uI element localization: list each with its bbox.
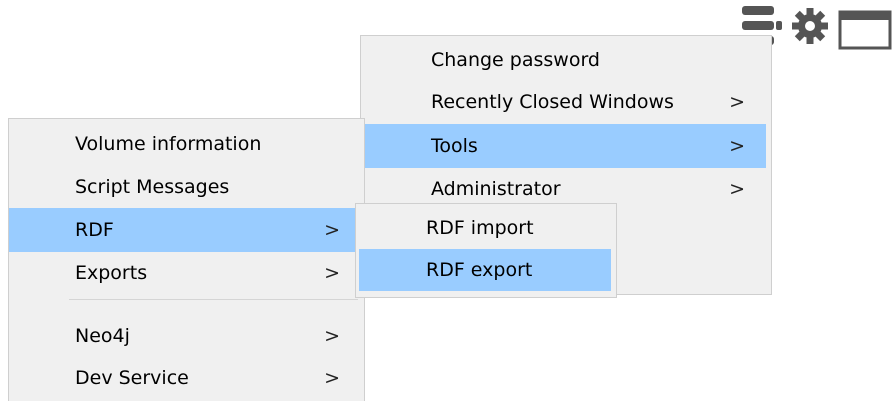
menu-item-label: Administrator <box>431 178 561 200</box>
menu-item-volume-information[interactable]: Volume information <box>9 123 364 165</box>
context-menu: Volume information Script Messages RDF >… <box>8 118 365 401</box>
menu-item-label: Change password <box>431 49 600 71</box>
menu-item-label: RDF import <box>426 217 534 239</box>
menu-item-label: Recently Closed Windows <box>431 91 674 113</box>
menu-separator <box>69 299 358 300</box>
menu-item-rdf-export[interactable]: RDF export <box>359 249 611 291</box>
gear-icon[interactable] <box>792 8 828 44</box>
menu-item-rdf[interactable]: RDF > <box>9 208 358 252</box>
menu-item-tools[interactable]: Tools > <box>361 124 766 168</box>
menu-item-label: RDF <box>75 219 114 241</box>
menu-item-label: Dev Service <box>75 367 189 389</box>
chevron-right-icon: > <box>324 262 340 284</box>
window-icon[interactable] <box>838 10 892 50</box>
menu-item-dev-service[interactable]: Dev Service > <box>9 357 364 399</box>
rdf-submenu: RDF import RDF export <box>355 203 617 298</box>
chevron-right-icon: > <box>729 135 745 157</box>
chevron-right-icon: > <box>324 219 340 241</box>
menu-item-rdf-import[interactable]: RDF import <box>356 207 616 249</box>
menu-item-label: Exports <box>75 262 148 284</box>
menu-item-neo4j[interactable]: Neo4j > <box>9 315 364 357</box>
chevron-right-icon: > <box>729 178 745 200</box>
menu-item-label: Tools <box>431 135 478 157</box>
menu-item-change-password[interactable]: Change password <box>361 39 771 81</box>
menu-item-exports[interactable]: Exports > <box>9 252 364 294</box>
menu-item-recently-closed-windows[interactable]: Recently Closed Windows > <box>361 81 771 123</box>
menu-item-script-messages[interactable]: Script Messages <box>9 166 364 208</box>
chevron-right-icon: > <box>324 367 340 389</box>
menu-item-label: Script Messages <box>75 176 230 198</box>
menu-item-label: RDF export <box>426 259 533 281</box>
chevron-right-icon: > <box>729 91 745 113</box>
menu-item-label: Neo4j <box>75 325 130 347</box>
chevron-right-icon: > <box>324 325 340 347</box>
menu-item-label: Volume information <box>75 133 262 155</box>
